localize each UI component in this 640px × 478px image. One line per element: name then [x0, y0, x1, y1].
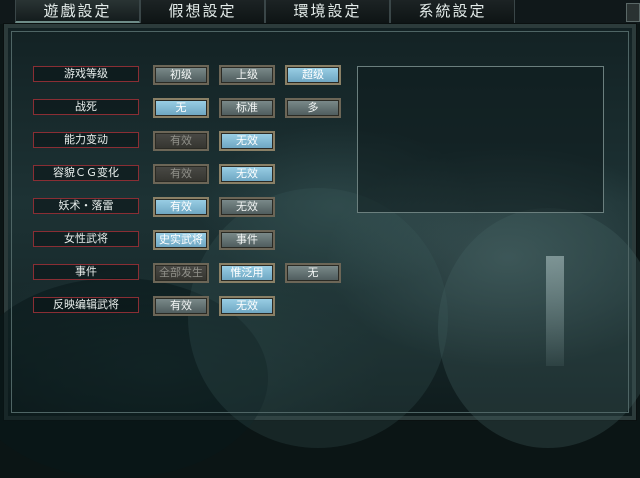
- option-button[interactable]: 多: [285, 98, 341, 118]
- option-button[interactable]: 全部发生: [153, 263, 209, 283]
- setting-label: 女性武将: [33, 231, 139, 247]
- option-button[interactable]: 无: [285, 263, 341, 283]
- setting-label: 游戏等级: [33, 66, 139, 82]
- setting-label: 反映编辑武将: [33, 297, 139, 313]
- option-button[interactable]: 上级: [219, 65, 275, 85]
- setting-label: 能力变动: [33, 132, 139, 148]
- tab-bar: 遊戲設定 假想設定 環境設定 系統設定: [0, 0, 640, 24]
- setting-label: 妖术・落雷: [33, 198, 139, 214]
- option-button[interactable]: 事件: [219, 230, 275, 250]
- option-button[interactable]: 标准: [219, 98, 275, 118]
- setting-label: 容貌ＣＧ变化: [33, 165, 139, 181]
- tab-system-settings[interactable]: 系統設定: [390, 0, 515, 23]
- background-waterfall: [546, 256, 564, 366]
- option-button[interactable]: 无效: [219, 164, 275, 184]
- background-mountain: [438, 208, 640, 448]
- setting-label: 事件: [33, 264, 139, 280]
- option-button[interactable]: 无效: [219, 197, 275, 217]
- option-button[interactable]: 初级: [153, 65, 209, 85]
- option-button[interactable]: 无效: [219, 296, 275, 316]
- option-button[interactable]: 无: [153, 98, 209, 118]
- tab-bar-end-ornament: [626, 3, 640, 22]
- tab-game-settings[interactable]: 遊戲設定: [15, 0, 140, 23]
- option-button[interactable]: 史实武将: [153, 230, 209, 250]
- tab-hypothetical-settings[interactable]: 假想設定: [140, 0, 265, 23]
- preview-box: [357, 66, 604, 213]
- setting-label: 战死: [33, 99, 139, 115]
- option-button[interactable]: 有效: [153, 296, 209, 316]
- background-mountain: [188, 188, 448, 448]
- option-button[interactable]: 惟泛用: [219, 263, 275, 283]
- option-button[interactable]: 有效: [153, 131, 209, 151]
- tab-environment-settings[interactable]: 環境設定: [265, 0, 390, 23]
- option-button[interactable]: 有效: [153, 164, 209, 184]
- option-button[interactable]: 有效: [153, 197, 209, 217]
- option-button[interactable]: 无效: [219, 131, 275, 151]
- option-button[interactable]: 超级: [285, 65, 341, 85]
